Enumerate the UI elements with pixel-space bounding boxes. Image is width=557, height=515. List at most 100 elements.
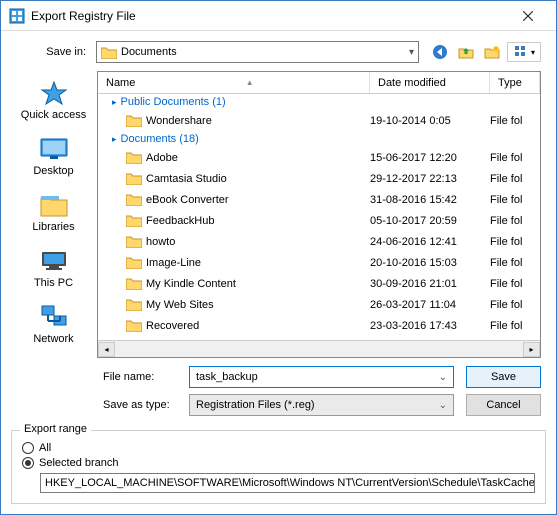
scroll-right-icon[interactable]: ▸: [523, 342, 540, 357]
place-network[interactable]: Network: [16, 299, 91, 349]
file-date: 23-03-2016 17:43: [370, 320, 490, 332]
file-type: File fol: [490, 236, 540, 248]
horizontal-scrollbar[interactable]: ◂ ▸: [98, 340, 540, 357]
branch-path-input[interactable]: HKEY_LOCAL_MACHINE\SOFTWARE\Microsoft\Wi…: [40, 473, 535, 493]
file-date: 05-10-2017 20:59: [370, 215, 490, 227]
export-range-group: Export range All Selected branch HKEY_LO…: [11, 430, 546, 504]
file-row[interactable]: My Kindle Content30-09-2016 21:01File fo…: [98, 273, 540, 294]
network-icon: [38, 303, 70, 331]
group-header[interactable]: ▸Public Documents (1): [98, 94, 540, 110]
place-quick-access[interactable]: Quick access: [16, 75, 91, 125]
folder-icon: [101, 46, 117, 59]
window-title: Export Registry File: [31, 9, 508, 23]
file-row[interactable]: Image-Line20-10-2016 15:03File fol: [98, 252, 540, 273]
file-name: Adobe: [146, 152, 370, 164]
file-date: 20-10-2016 15:03: [370, 257, 490, 269]
folder-icon: [126, 319, 142, 332]
scroll-left-icon[interactable]: ◂: [98, 342, 115, 357]
save-in-row: Save in: Documents ▾ ▾: [16, 41, 541, 63]
file-name: Recovered: [146, 320, 370, 332]
main-area: Quick access Desktop Libraries This PC N…: [16, 71, 541, 358]
file-row[interactable]: Recovered23-03-2016 17:43File fol: [98, 315, 540, 336]
file-row[interactable]: Wondershare19-10-2014 0:05File fol: [98, 110, 540, 131]
folder-icon: [126, 298, 142, 311]
file-row[interactable]: howto24-06-2016 12:41File fol: [98, 231, 540, 252]
save-in-label: Save in:: [16, 46, 86, 58]
sort-asc-icon: ▲: [246, 78, 254, 87]
disclosure-triangle-icon: ▸: [112, 134, 117, 145]
file-name: eBook Converter: [146, 194, 370, 206]
radio-selected-icon: [22, 457, 34, 469]
file-type: File fol: [490, 115, 540, 127]
file-name: Image-Line: [146, 257, 370, 269]
file-type: File fol: [490, 152, 540, 164]
folder-icon: [126, 114, 142, 127]
export-range-legend: Export range: [20, 423, 91, 435]
folder-icon: [126, 277, 142, 290]
column-type[interactable]: Type: [490, 72, 540, 93]
views-button[interactable]: ▾: [507, 42, 541, 62]
toolbar: ▾: [429, 42, 541, 62]
folder-icon: [126, 214, 142, 227]
chevron-down-icon: ⌄: [439, 372, 447, 383]
save-type-combo[interactable]: Registration Files (*.reg) ⌄: [189, 394, 454, 416]
file-row[interactable]: Camtasia Studio29-12-2017 22:13File fol: [98, 168, 540, 189]
titlebar: Export Registry File: [1, 1, 556, 31]
column-date[interactable]: Date modified: [370, 72, 490, 93]
column-name[interactable]: Name▲: [98, 72, 370, 93]
file-name: Wondershare: [146, 115, 370, 127]
file-date: 26-03-2017 11:04: [370, 299, 490, 311]
radio-selected-branch[interactable]: Selected branch: [22, 457, 535, 469]
dialog-body: Save in: Documents ▾ ▾ Quick acc: [1, 31, 556, 426]
file-name: My Kindle Content: [146, 278, 370, 290]
libraries-icon: [38, 191, 70, 219]
cancel-button[interactable]: Cancel: [466, 394, 541, 416]
folder-icon: [126, 235, 142, 248]
file-name-label: File name:: [103, 371, 183, 383]
file-type: File fol: [490, 320, 540, 332]
export-registry-dialog: Export Registry File Save in: Documents …: [0, 0, 557, 515]
file-list-pane: Name▲ Date modified Type ▸Public Documen…: [97, 71, 541, 358]
place-libraries[interactable]: Libraries: [16, 187, 91, 237]
file-date: 29-12-2017 22:13: [370, 173, 490, 185]
new-folder-button[interactable]: [481, 42, 503, 62]
file-name: FeedbackHub: [146, 215, 370, 227]
close-button[interactable]: [508, 2, 548, 30]
back-button[interactable]: [429, 42, 451, 62]
save-in-value: Documents: [121, 46, 409, 58]
file-type: File fol: [490, 173, 540, 185]
pc-icon: [38, 247, 70, 275]
file-type: File fol: [490, 278, 540, 290]
group-header[interactable]: ▸Documents (18): [98, 131, 540, 147]
file-name: Camtasia Studio: [146, 173, 370, 185]
file-name-input[interactable]: task_backup ⌄: [189, 366, 454, 388]
save-button[interactable]: Save: [466, 366, 541, 388]
bottom-inputs: File name: task_backup ⌄ Save as type: R…: [16, 366, 541, 416]
file-row[interactable]: My Web Sites26-03-2017 11:04File fol: [98, 294, 540, 315]
column-headers: Name▲ Date modified Type: [98, 72, 540, 94]
chevron-down-icon: ⌄: [439, 400, 447, 411]
star-icon: [38, 79, 70, 107]
up-one-level-button[interactable]: [455, 42, 477, 62]
file-type: File fol: [490, 299, 540, 311]
folder-icon: [126, 256, 142, 269]
save-in-combo[interactable]: Documents ▾: [96, 41, 419, 63]
folder-icon: [126, 172, 142, 185]
place-this-pc[interactable]: This PC: [16, 243, 91, 293]
folder-icon: [126, 151, 142, 164]
radio-all[interactable]: All: [22, 442, 535, 454]
file-row[interactable]: eBook Converter31-08-2016 15:42File fol: [98, 189, 540, 210]
file-name: howto: [146, 236, 370, 248]
file-date: 19-10-2014 0:05: [370, 115, 490, 127]
file-type: File fol: [490, 215, 540, 227]
file-row[interactable]: Adobe15-06-2017 12:20File fol: [98, 147, 540, 168]
desktop-icon: [38, 135, 70, 163]
place-desktop[interactable]: Desktop: [16, 131, 91, 181]
places-bar: Quick access Desktop Libraries This PC N…: [16, 71, 91, 358]
file-row[interactable]: FeedbackHub05-10-2017 20:59File fol: [98, 210, 540, 231]
chevron-down-icon: ▾: [409, 47, 414, 58]
file-date: 24-06-2016 12:41: [370, 236, 490, 248]
file-list[interactable]: ▸Public Documents (1)Wondershare19-10-20…: [98, 94, 540, 340]
file-date: 31-08-2016 15:42: [370, 194, 490, 206]
regedit-icon: [9, 8, 25, 24]
